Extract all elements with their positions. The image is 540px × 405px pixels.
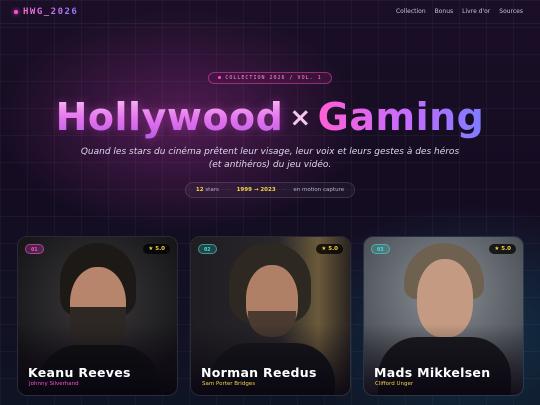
card-number: 02 bbox=[198, 244, 217, 254]
stat-divider: · bbox=[226, 186, 229, 193]
star-name: Keanu Reeves bbox=[28, 365, 131, 380]
title-hollywood: Hollywood bbox=[55, 94, 284, 139]
badge-dot-icon bbox=[218, 76, 222, 79]
title-gaming: Gaming bbox=[317, 94, 485, 139]
star-card-keanu-reeves[interactable]: 01 ★ 5.0 Keanu Reeves Johnny Silverhand bbox=[17, 236, 178, 396]
nav-link-bonus[interactable]: Bonus bbox=[435, 8, 454, 15]
hero-section: COLLECTION 2026 / VOL. 1 Hollywood × Gamin… bbox=[0, 64, 540, 198]
star-cards: 01 ★ 5.0 Keanu Reeves Johnny Silverhand … bbox=[17, 236, 524, 396]
rating-badge: ★ 5.0 bbox=[143, 244, 170, 254]
collection-badge: COLLECTION 2026 / VOL. 1 bbox=[208, 71, 332, 84]
top-nav: HWG_2026 Collection Bonus Livre d'or Sou… bbox=[0, 0, 540, 24]
character-name: Clifford Unger bbox=[375, 381, 414, 387]
star-card-norman-reedus[interactable]: 02 ★ 5.0 Norman Reedus Sam Porter Bridge… bbox=[190, 236, 351, 396]
stat-years: 1999 → 2023 bbox=[236, 186, 276, 193]
stat-stars: 12 stars bbox=[195, 186, 219, 193]
nav-link-sources[interactable]: Sources bbox=[499, 8, 523, 15]
stat-motion-capture: en motion capture bbox=[293, 186, 345, 193]
star-name: Mads Mikkelsen bbox=[374, 365, 491, 380]
character-name: Johnny Silverhand bbox=[29, 381, 79, 387]
logo-text: HWG_2026 bbox=[23, 6, 79, 17]
site-logo[interactable]: HWG_2026 bbox=[14, 7, 78, 17]
stats-bar: 12 stars · 1999 → 2023 · en motion captu… bbox=[184, 181, 356, 198]
nav-links: Collection Bonus Livre d'or Sources bbox=[396, 8, 523, 15]
star-name: Norman Reedus bbox=[201, 365, 317, 380]
title-separator: × bbox=[289, 102, 312, 133]
character-name: Sam Porter Bridges bbox=[202, 381, 256, 387]
collection-badge-label: COLLECTION 2026 / VOL. 1 bbox=[225, 74, 322, 81]
rating-badge: ★ 5.0 bbox=[489, 244, 516, 254]
logo-dot-icon bbox=[14, 9, 18, 14]
nav-link-collection[interactable]: Collection bbox=[396, 8, 426, 15]
star-card-mads-mikkelsen[interactable]: 03 ★ 5.0 Mads Mikkelsen Clifford Unger bbox=[363, 236, 524, 396]
card-number: 03 bbox=[371, 244, 390, 254]
nav-link-livre-dor[interactable]: Livre d'or bbox=[462, 8, 490, 15]
hero-subtitle: Quand les stars du cinéma prêtent leur v… bbox=[80, 146, 460, 170]
stat-divider: · bbox=[283, 186, 286, 193]
rating-badge: ★ 5.0 bbox=[316, 244, 343, 254]
card-number: 01 bbox=[25, 244, 44, 254]
page-title: Hollywood × Gaming bbox=[0, 94, 540, 140]
